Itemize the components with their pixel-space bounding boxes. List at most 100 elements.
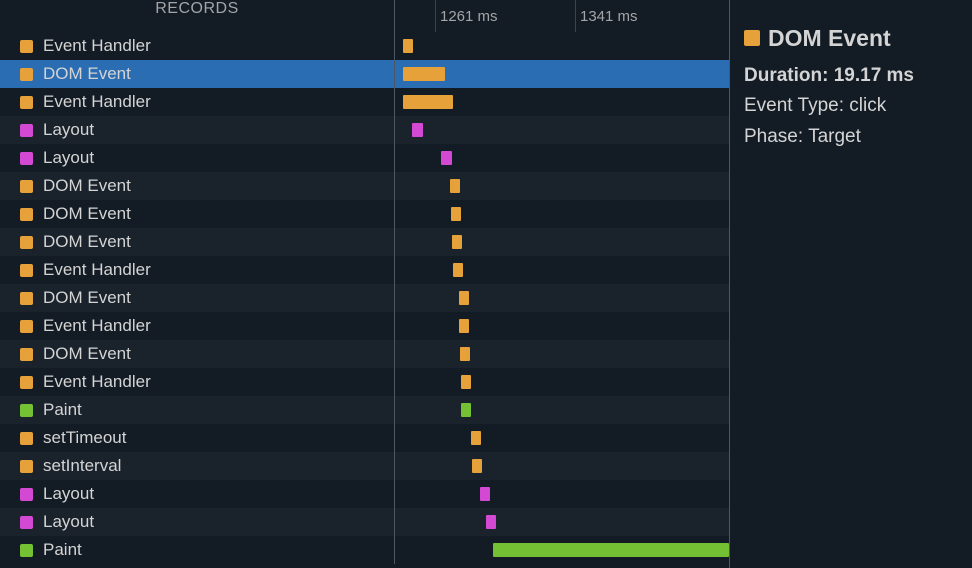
record-row[interactable]: Paint — [0, 396, 729, 424]
record-name: Event Handler — [43, 92, 151, 112]
record-name: Layout — [43, 148, 94, 168]
record-label-cell[interactable]: DOM Event — [0, 60, 395, 88]
record-color-swatch — [20, 264, 33, 277]
record-bar-cell[interactable] — [395, 424, 729, 452]
timeline-bar[interactable] — [486, 515, 496, 529]
timeline-bar[interactable] — [460, 347, 470, 361]
timeline-bar[interactable] — [472, 459, 482, 473]
record-bar-cell[interactable] — [395, 228, 729, 256]
record-name: setInterval — [43, 456, 121, 476]
detail-line: Event Type: click — [744, 91, 958, 121]
record-bar-cell[interactable] — [395, 144, 729, 172]
timeline-bar[interactable] — [471, 431, 481, 445]
record-label-cell[interactable]: Paint — [0, 396, 395, 424]
timeline-bar[interactable] — [403, 95, 453, 109]
record-label-cell[interactable]: Event Handler — [0, 368, 395, 396]
record-label-cell[interactable]: Paint — [0, 536, 395, 564]
record-color-swatch — [20, 320, 33, 333]
timeline-bar[interactable] — [403, 67, 445, 81]
timeline-bar[interactable] — [493, 543, 729, 557]
record-bar-cell[interactable] — [395, 312, 729, 340]
record-color-swatch — [20, 292, 33, 305]
record-color-swatch — [20, 236, 33, 249]
record-color-swatch — [20, 404, 33, 417]
record-bar-cell[interactable] — [395, 32, 729, 60]
record-row[interactable]: Layout — [0, 144, 729, 172]
record-label-cell[interactable]: DOM Event — [0, 172, 395, 200]
records-rows: Event HandlerDOM EventEvent HandlerLayou… — [0, 32, 729, 564]
record-row[interactable]: DOM Event — [0, 340, 729, 368]
timeline-bar[interactable] — [459, 319, 469, 333]
detail-title: DOM Event — [744, 20, 958, 57]
record-row[interactable]: DOM Event — [0, 200, 729, 228]
timeline-bar[interactable] — [450, 179, 460, 193]
ruler-tick-label: 1261 ms — [440, 8, 498, 25]
record-label-cell[interactable]: Event Handler — [0, 32, 395, 60]
record-row[interactable]: Event Handler — [0, 256, 729, 284]
record-row[interactable]: DOM Event — [0, 172, 729, 200]
record-bar-cell[interactable] — [395, 480, 729, 508]
timeline-bar[interactable] — [412, 123, 423, 137]
timeline-bar[interactable] — [403, 39, 413, 53]
record-bar-cell[interactable] — [395, 340, 729, 368]
record-bar-cell[interactable] — [395, 452, 729, 480]
record-row[interactable]: Layout — [0, 116, 729, 144]
record-row[interactable]: Event Handler — [0, 312, 729, 340]
record-bar-cell[interactable] — [395, 508, 729, 536]
record-bar-cell[interactable] — [395, 172, 729, 200]
record-color-swatch — [20, 432, 33, 445]
record-row[interactable]: DOM Event — [0, 60, 729, 88]
record-label-cell[interactable]: Layout — [0, 116, 395, 144]
record-bar-cell[interactable] — [395, 284, 729, 312]
record-row[interactable]: setTimeout — [0, 424, 729, 452]
record-color-swatch — [20, 460, 33, 473]
record-name: Layout — [43, 484, 94, 504]
record-row[interactable]: setInterval — [0, 452, 729, 480]
timeline-bar[interactable] — [453, 263, 463, 277]
record-bar-cell[interactable] — [395, 200, 729, 228]
record-label-cell[interactable]: setTimeout — [0, 424, 395, 452]
timeline-bar[interactable] — [452, 235, 462, 249]
record-bar-cell[interactable] — [395, 536, 729, 564]
record-label-cell[interactable]: DOM Event — [0, 340, 395, 368]
record-row[interactable]: Event Handler — [0, 368, 729, 396]
record-bar-cell[interactable] — [395, 88, 729, 116]
record-label-cell[interactable]: Layout — [0, 508, 395, 536]
record-label-cell[interactable]: Event Handler — [0, 88, 395, 116]
record-row[interactable]: Event Handler — [0, 32, 729, 60]
record-bar-cell[interactable] — [395, 116, 729, 144]
record-label-cell[interactable]: setInterval — [0, 452, 395, 480]
timeline-bar[interactable] — [461, 375, 471, 389]
record-label-cell[interactable]: Layout — [0, 480, 395, 508]
record-name: setTimeout — [43, 428, 126, 448]
record-color-swatch — [20, 208, 33, 221]
timeline-bar[interactable] — [461, 403, 471, 417]
record-row[interactable]: Paint — [0, 536, 729, 564]
record-label-cell[interactable]: DOM Event — [0, 200, 395, 228]
record-row[interactable]: DOM Event — [0, 284, 729, 312]
record-bar-cell[interactable] — [395, 60, 729, 88]
detail-line-value: click — [844, 95, 886, 116]
record-label-cell[interactable]: Event Handler — [0, 312, 395, 340]
record-label-cell[interactable]: DOM Event — [0, 228, 395, 256]
timeline-bar[interactable] — [451, 207, 461, 221]
record-bar-cell[interactable] — [395, 256, 729, 284]
timeline-ruler[interactable]: 1261 ms 1341 ms — [395, 0, 729, 32]
record-color-swatch — [20, 180, 33, 193]
record-row[interactable]: Layout — [0, 480, 729, 508]
record-bar-cell[interactable] — [395, 368, 729, 396]
detail-color-swatch — [744, 30, 760, 46]
record-row[interactable]: DOM Event — [0, 228, 729, 256]
timeline-bar[interactable] — [459, 291, 469, 305]
record-color-swatch — [20, 516, 33, 529]
timeline-bar[interactable] — [441, 151, 452, 165]
detail-panel: DOM Event Duration: 19.17 msEvent Type: … — [730, 0, 972, 568]
record-row[interactable]: Event Handler — [0, 88, 729, 116]
record-label-cell[interactable]: Event Handler — [0, 256, 395, 284]
ruler-tick: 1261 ms — [435, 0, 498, 32]
record-bar-cell[interactable] — [395, 396, 729, 424]
timeline-bar[interactable] — [480, 487, 490, 501]
record-row[interactable]: Layout — [0, 508, 729, 536]
record-label-cell[interactable]: Layout — [0, 144, 395, 172]
record-label-cell[interactable]: DOM Event — [0, 284, 395, 312]
